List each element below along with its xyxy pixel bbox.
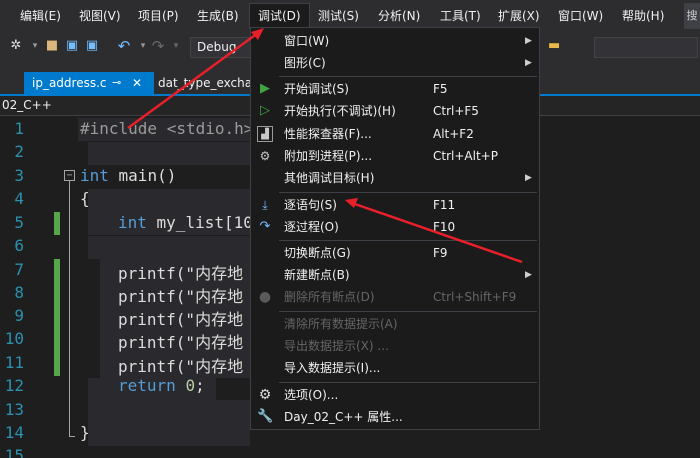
annotation-overlay xyxy=(127,28,523,264)
annotation-arrow-line xyxy=(127,28,263,130)
annotation-arrowhead xyxy=(345,198,358,208)
annotation-arrowhead xyxy=(251,28,264,40)
annotation-arrow-line xyxy=(351,201,523,264)
